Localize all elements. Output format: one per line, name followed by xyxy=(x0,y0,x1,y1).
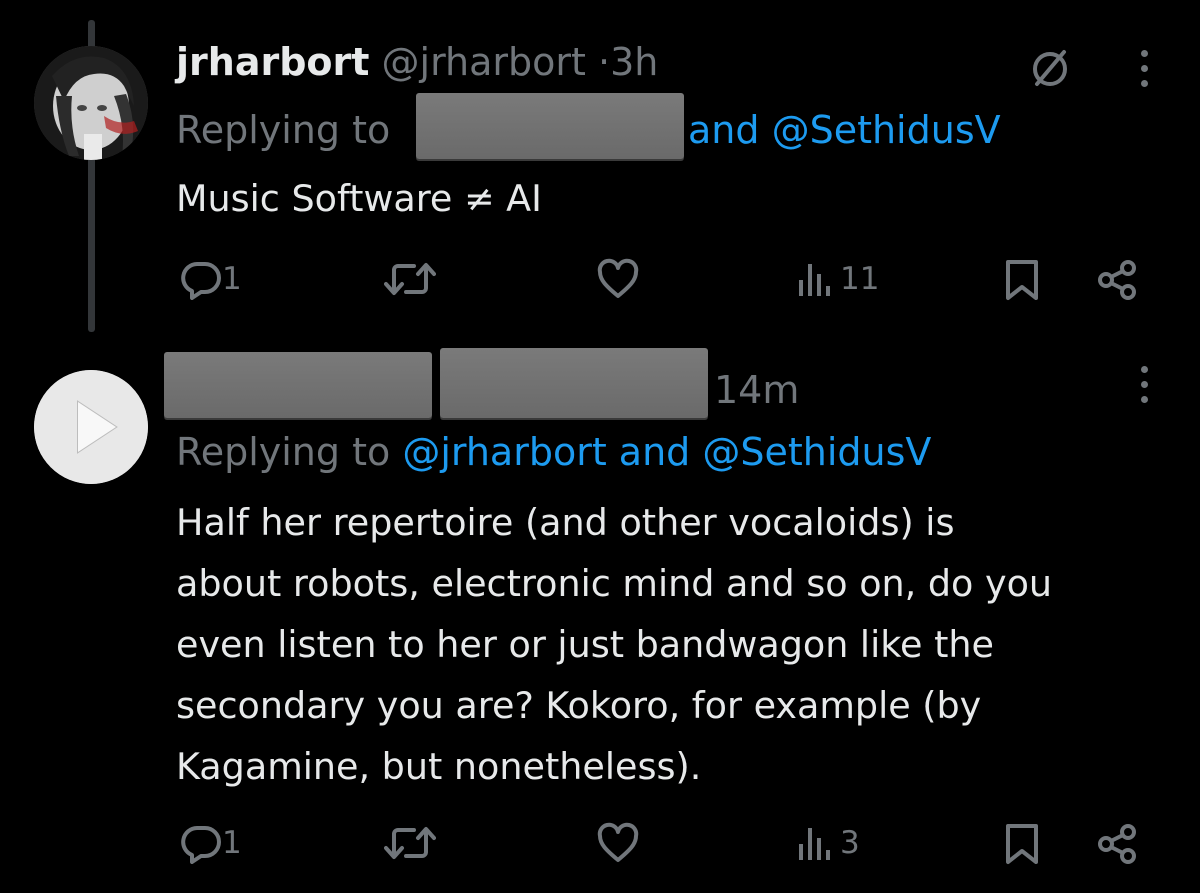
redacted-display-name xyxy=(164,352,432,418)
bookmark-button[interactable] xyxy=(1002,822,1042,866)
avatar-image xyxy=(34,46,148,160)
user-avatar[interactable] xyxy=(34,46,148,160)
redacted-mention xyxy=(416,93,684,159)
retweet-icon xyxy=(384,263,436,295)
tweet-text-line: about robots, electronic mind and so on,… xyxy=(176,562,1053,605)
replying-to-label: Replying to xyxy=(176,108,391,152)
tweet-time[interactable]: 14m xyxy=(714,368,799,412)
views-icon xyxy=(799,828,830,860)
replying-to: Replying to xyxy=(176,108,390,152)
views-count: 11 xyxy=(840,261,880,297)
display-name[interactable]: jrharbort xyxy=(176,40,369,84)
tweet-text-line: secondary you are? Kokoro, for example (… xyxy=(176,684,982,727)
share-icon xyxy=(1098,260,1136,300)
share-button[interactable] xyxy=(1096,258,1140,302)
tweet-text: Music Software ≠ AI xyxy=(176,177,542,220)
retweet-button[interactable] xyxy=(384,258,436,300)
retweet-button[interactable] xyxy=(384,822,436,864)
reply-button[interactable]: 1 xyxy=(180,822,242,864)
like-icon xyxy=(597,822,639,862)
grok-icon[interactable] xyxy=(1028,46,1072,90)
tweet-text-line: Kagamine, but nonetheless). xyxy=(176,745,702,788)
bookmark-icon xyxy=(1006,260,1038,300)
bookmark-icon xyxy=(1006,824,1038,864)
tweet-text: Half her repertoire (and other vocaloids… xyxy=(176,492,1052,797)
play-icon xyxy=(34,370,148,484)
user-avatar[interactable] xyxy=(34,370,148,484)
more-icon[interactable] xyxy=(1138,50,1150,90)
like-button[interactable] xyxy=(596,258,640,300)
replying-to-label: Replying to xyxy=(176,430,391,474)
like-button[interactable] xyxy=(596,822,640,864)
views-button[interactable]: 3 xyxy=(796,822,860,864)
share-button[interactable] xyxy=(1096,822,1140,866)
tweet-header: jrharbort @jrharbort ·3h xyxy=(176,40,658,84)
replying-to-users[interactable]: @jrharbort and @SethidusV xyxy=(402,430,931,474)
views-button[interactable]: 11 xyxy=(796,258,879,300)
more-icon[interactable] xyxy=(1138,366,1150,406)
tweet-text-line: Half her repertoire (and other vocaloids… xyxy=(176,501,955,544)
redacted-handle xyxy=(440,348,708,418)
bookmark-button[interactable] xyxy=(1002,258,1042,302)
reply-count: 1 xyxy=(222,261,242,297)
retweet-icon xyxy=(384,827,436,859)
reply-icon xyxy=(181,262,221,300)
replying-to-users[interactable]: and @SethidusV xyxy=(688,108,1001,152)
reply-button[interactable]: 1 xyxy=(180,258,242,300)
share-icon xyxy=(1098,824,1136,864)
replying-to: Replying to @jrharbort and @SethidusV xyxy=(176,430,931,474)
views-count: 3 xyxy=(840,825,860,861)
header-separator: · xyxy=(598,40,611,84)
tweet-text-line: even listen to her or just bandwagon lik… xyxy=(176,623,995,666)
user-handle[interactable]: @jrharbort xyxy=(382,40,586,84)
reply-count: 1 xyxy=(222,825,242,861)
tweet-time[interactable]: 3h xyxy=(610,40,658,84)
like-icon xyxy=(597,258,639,298)
reply-icon xyxy=(181,826,221,864)
views-icon xyxy=(799,264,830,296)
